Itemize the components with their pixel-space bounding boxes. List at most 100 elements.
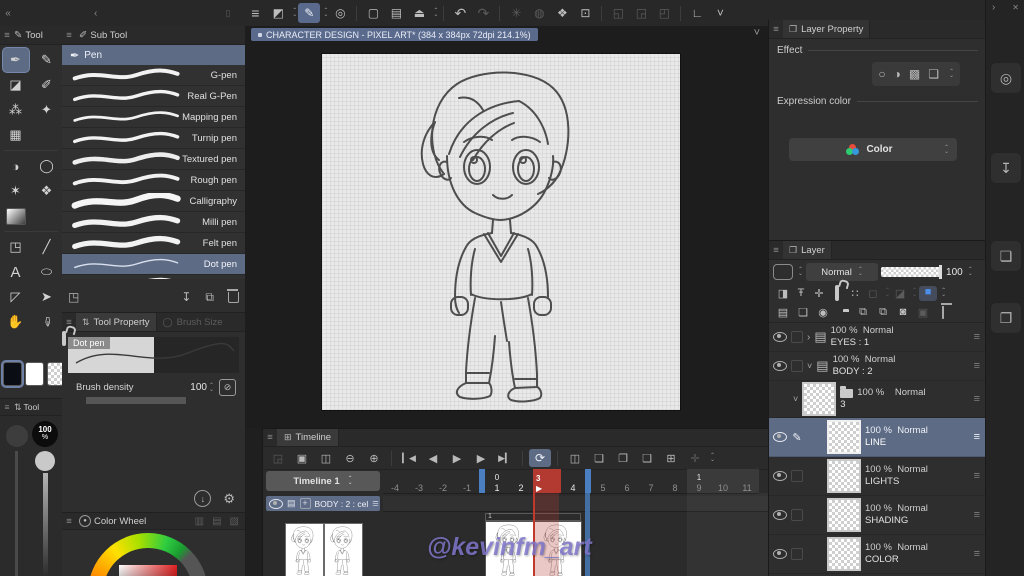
- fill-bucket-icon[interactable]: ❖: [551, 3, 573, 23]
- color-wheel-tab-label[interactable]: Color Wheel: [94, 516, 146, 527]
- transfer-to-lower-icon[interactable]: ⧉: [855, 306, 871, 319]
- track-menu-icon[interactable]: [372, 498, 378, 510]
- subtool-item-turnip-pen[interactable]: Turnip pen: [62, 128, 245, 149]
- new-file-button[interactable]: ▢: [362, 3, 384, 23]
- wrench-icon[interactable]: ⚙: [223, 491, 235, 507]
- pencil-tool[interactable]: ✎: [34, 48, 60, 72]
- layer-row-3[interactable]: 100 % Normal 3: [769, 381, 986, 418]
- auto-select-tool[interactable]: ✶: [3, 179, 29, 203]
- airbrush-tool[interactable]: ⁂: [3, 98, 29, 122]
- reference-layer-icon[interactable]: Ŧ: [793, 287, 809, 299]
- layer-menu-icon[interactable]: [974, 431, 980, 443]
- subtool-item-g-pen[interactable]: G-pen: [62, 65, 245, 86]
- layer-thumbnail[interactable]: [802, 382, 836, 416]
- gradient-tool[interactable]: [3, 204, 29, 228]
- draft-layer-icon[interactable]: ✛: [811, 287, 827, 300]
- layer-row-lights[interactable]: 100 % Normal LIGHTS: [769, 457, 986, 496]
- brush-size-slider[interactable]: [15, 451, 18, 576]
- sub-tool-group-pen[interactable]: ✒ Pen: [62, 45, 245, 65]
- fill-tool[interactable]: ❖: [34, 179, 60, 203]
- go-to-end-button[interactable]: ▶▎: [494, 449, 516, 467]
- cel-thumbnail-2[interactable]: [324, 523, 363, 576]
- layer-thumbnail[interactable]: [827, 537, 861, 571]
- layer-checkbox[interactable]: [791, 509, 803, 521]
- layer-visibility-icon[interactable]: [773, 332, 787, 342]
- panel-menu-icon[interactable]: [62, 30, 76, 41]
- tab-layer-property[interactable]: ❐ Layer Property: [783, 20, 870, 38]
- document-tab-list-icon[interactable]: [754, 27, 760, 39]
- lock-transparent-pixels-icon[interactable]: ∷: [847, 287, 863, 300]
- delete-layer-icon[interactable]: [935, 306, 951, 318]
- next-frame-button[interactable]: ▶: [470, 449, 492, 467]
- layer-row-eyes[interactable]: › ▤ 100 % Normal EYES : 1: [769, 323, 986, 352]
- expression-color-select[interactable]: Color: [789, 138, 957, 161]
- hand-tool[interactable]: ✋: [3, 310, 29, 334]
- zoom-in-icon[interactable]: ⊕: [363, 449, 385, 467]
- line-tool[interactable]: ╱: [34, 235, 60, 259]
- export-stepper[interactable]: [433, 9, 438, 17]
- layer-opacity-slider[interactable]: [881, 267, 941, 277]
- pen-tool[interactable]: ✒: [3, 48, 29, 72]
- lock-open-icon[interactable]: [62, 331, 66, 346]
- subtool-item-felt-pen[interactable]: Felt pen: [62, 233, 245, 254]
- layer-thumbnail[interactable]: [827, 420, 861, 454]
- layer-row-shading[interactable]: 100 % Normal SHADING: [769, 496, 986, 535]
- layer-visibility-icon[interactable]: [773, 471, 787, 481]
- import-subtool-icon[interactable]: ↧: [181, 290, 191, 304]
- layer-color-icon[interactable]: ■: [919, 286, 937, 301]
- subtool-item-calligraphy[interactable]: Calligraphy: [62, 191, 245, 212]
- layer-checkbox[interactable]: [791, 331, 803, 343]
- timeline-selector-stepper[interactable]: [348, 477, 353, 485]
- timeline-settings-icon[interactable]: ◫: [315, 449, 337, 467]
- eyedropper-tool[interactable]: ✑: [35, 309, 59, 335]
- document-tab[interactable]: CHARACTER DESIGN - PIXEL ART* (384 x 384…: [251, 28, 538, 41]
- blend-mode-select[interactable]: Normal: [806, 263, 878, 281]
- brush-density-dynamics-button[interactable]: ⊘: [219, 379, 236, 396]
- layer-row-color[interactable]: 100 % Normal COLOR: [769, 535, 986, 574]
- delete-cel-icon[interactable]: ❑: [636, 449, 658, 467]
- layer-menu-icon[interactable]: [974, 360, 980, 372]
- brush-density-value[interactable]: 100: [190, 382, 207, 393]
- previous-frame-button[interactable]: ◀: [422, 449, 444, 467]
- subtool-item-milli-pen[interactable]: Milli pen: [62, 212, 245, 233]
- layer-dock-icon[interactable]: ❐: [990, 302, 1022, 334]
- subtool-item-mapping-pen[interactable]: Mapping pen: [62, 107, 245, 128]
- back-icon[interactable]: ‹: [94, 8, 97, 19]
- new-cel-icon[interactable]: ❏: [588, 449, 610, 467]
- brush-density-stepper[interactable]: [209, 384, 214, 392]
- tab-layer[interactable]: ❐ Layer: [783, 241, 832, 259]
- invert-selection-icon[interactable]: ◲: [630, 3, 652, 23]
- spiral-icon[interactable]: ◎: [329, 3, 351, 23]
- effect-halftone-icon[interactable]: ▩: [909, 67, 920, 81]
- redo-button[interactable]: ↷: [472, 3, 494, 23]
- add-cel-icon[interactable]: [300, 498, 311, 509]
- sv-square[interactable]: [119, 565, 177, 576]
- expand-dock-icon[interactable]: ›: [992, 2, 995, 13]
- register-initial-settings-icon[interactable]: ↓: [194, 490, 211, 507]
- panel-menu-icon[interactable]: [769, 245, 783, 256]
- camera-icon[interactable]: ◫: [564, 449, 586, 467]
- canvas-view-icon[interactable]: ◩: [267, 3, 289, 23]
- duplicate-subtool-icon[interactable]: ⧉: [205, 290, 214, 305]
- layer-menu-icon[interactable]: [974, 509, 980, 521]
- layer-menu-icon[interactable]: [974, 548, 980, 560]
- cel-thumbnail-1[interactable]: [285, 523, 324, 576]
- brush-tool[interactable]: ✐: [34, 73, 60, 97]
- frame-border-tool[interactable]: ◸: [3, 285, 29, 309]
- zoom-out-icon[interactable]: ⊖: [339, 449, 361, 467]
- canvas-view-stepper[interactable]: [292, 9, 297, 17]
- open-file-button[interactable]: ▤: [385, 3, 407, 23]
- panel-menu-icon[interactable]: [769, 24, 783, 35]
- effect-border-icon[interactable]: ○: [878, 67, 885, 81]
- subtool-item-dot-pen[interactable]: Dot pen: [62, 254, 245, 275]
- layer-property-dock-icon[interactable]: ❏: [990, 240, 1022, 272]
- lock-layer-icon[interactable]: [829, 287, 845, 299]
- layer-opacity-value[interactable]: 100: [946, 267, 963, 278]
- layer-visibility-icon[interactable]: [773, 361, 787, 371]
- tool-tab-label[interactable]: Tool: [25, 30, 42, 41]
- expression-color-stepper[interactable]: [944, 146, 949, 154]
- slider-tab-label[interactable]: Tool: [24, 402, 40, 412]
- hue-ring[interactable]: [88, 533, 208, 576]
- new-vector-layer-icon[interactable]: ❏: [795, 306, 811, 319]
- clip-to-layer-below-icon[interactable]: ◨: [775, 287, 791, 300]
